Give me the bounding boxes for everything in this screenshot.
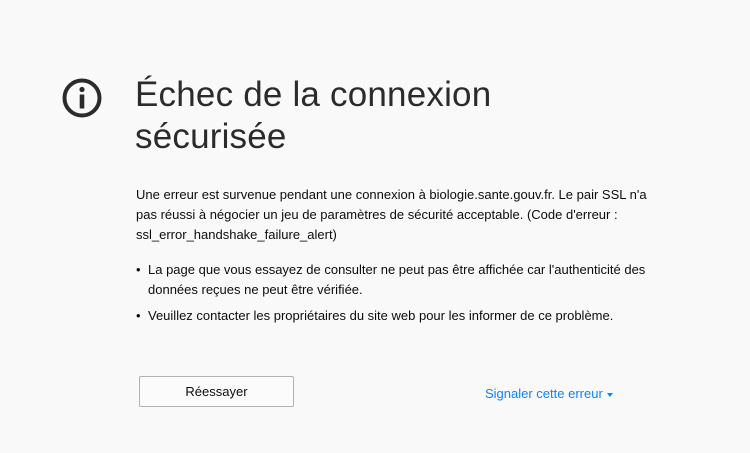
report-error-label[interactable]: Signaler cette erreur (485, 386, 603, 401)
report-error-link[interactable]: Signaler cette erreur (485, 386, 613, 402)
list-item: • Veuillez contacter les propriétaires d… (136, 306, 656, 326)
error-description: Une erreur est survenue pendant une conn… (136, 187, 647, 242)
bullet: • (136, 262, 141, 277)
error-page: Échec de la connexion sécurisée Une erre… (0, 0, 750, 453)
title-line-1: Échec de la connexion (135, 75, 492, 114)
detail-text: La page que vous essayez de consulter ne… (148, 262, 646, 297)
list-item: • La page que vous essayez de consulter … (136, 260, 656, 300)
error-details-list: • La page que vous essayez de consulter … (136, 260, 656, 332)
bullet: • (136, 308, 141, 323)
retry-button[interactable]: Réessayer (139, 376, 294, 407)
detail-text: Veuillez contacter les propriétaires du … (148, 308, 614, 323)
title-line-2: sécurisée (135, 117, 287, 156)
caret-down-icon[interactable] (606, 392, 613, 397)
info-icon (62, 78, 102, 118)
page-title: Échec de la connexion sécurisée (135, 74, 695, 158)
